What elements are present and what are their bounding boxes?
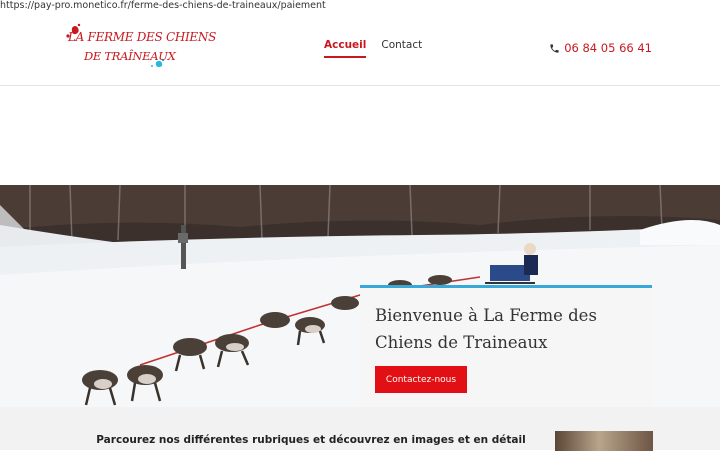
nav-item-accueil[interactable]: Accueil xyxy=(324,39,367,58)
site-logo[interactable]: LA FERME DES CHIENS DE TRAÎNEAUX xyxy=(64,22,216,78)
intro-thumbnail-image xyxy=(555,431,653,451)
welcome-title: Bienvenue à La Ferme des Chiens de Train… xyxy=(375,306,597,352)
phone-icon xyxy=(550,43,559,53)
welcome-card: Bienvenue à La Ferme des Chiens de Train… xyxy=(360,285,652,410)
site-header: LA FERME DES CHIENS DE TRAÎNEAUX Accueil… xyxy=(0,12,720,86)
intro-text: Parcourez nos différentes rubriques et d… xyxy=(96,434,526,446)
intro-section: Parcourez nos différentes rubriques et d… xyxy=(0,407,720,451)
phone-number: 06 84 05 66 41 xyxy=(564,41,652,55)
browser-url: https://pay-pro.monetico.fr/ferme-des-ch… xyxy=(0,0,326,11)
logo-line-2: DE TRAÎNEAUX xyxy=(84,49,176,63)
phone-link[interactable]: 06 84 05 66 41 xyxy=(549,41,652,55)
logo-line-1: LA FERME DES CHIENS xyxy=(68,30,217,44)
nav-item-contact[interactable]: Contact xyxy=(381,39,422,58)
contact-us-button[interactable]: Contactez-nous xyxy=(375,366,467,393)
main-nav: Accueil Contact xyxy=(324,39,422,58)
